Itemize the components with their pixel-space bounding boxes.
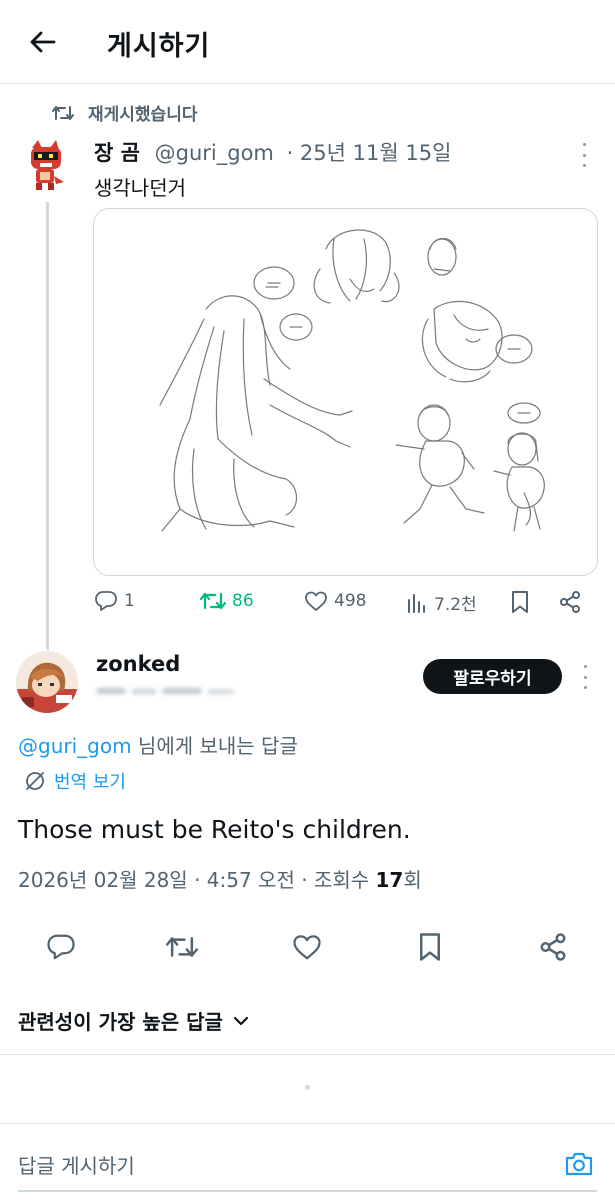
tweet-media-image[interactable] — [93, 208, 598, 576]
reply-composer: 답글 게시하기 — [0, 1123, 615, 1200]
like-count: 498 — [334, 591, 367, 611]
reply-button[interactable] — [43, 929, 79, 965]
blurred-handle — [96, 688, 234, 694]
divider — [0, 1054, 615, 1055]
reply-text: Those must be Reito's children. — [18, 815, 411, 844]
like-button[interactable]: 498 — [304, 590, 366, 612]
reply-button[interactable]: 1 — [94, 590, 135, 612]
thread-connector — [46, 202, 49, 650]
translate-label: 번역 보기 — [54, 772, 126, 793]
reply-input[interactable]: 답글 게시하기 — [18, 1150, 135, 1179]
share-icon — [540, 933, 566, 961]
reply-author-name[interactable]: zonked — [96, 652, 180, 676]
reply-timestamp[interactable]: 2026년 02월 28일 · 4:57 오전 · 조회수 — [18, 868, 375, 892]
repost-indicator: 재게시했습니다 — [52, 100, 197, 125]
bookmark-icon — [512, 591, 528, 613]
reply-view-count: 17 — [375, 868, 404, 892]
back-button[interactable] — [22, 24, 62, 60]
views-button[interactable]: 7.2천 — [406, 590, 477, 615]
arrow-left-icon — [30, 31, 56, 53]
input-underline — [18, 1190, 597, 1192]
share-button[interactable] — [535, 929, 571, 965]
reply-to-suffix: 님에게 보내는 답글 — [131, 734, 298, 758]
reply-view-suffix: 회 — [403, 868, 422, 892]
repost-label: 재게시했습니다 — [88, 105, 198, 125]
repost-icon — [200, 592, 226, 610]
bookmark-button[interactable] — [412, 929, 448, 965]
tweet-text: 생각나던거 — [94, 176, 186, 200]
page-title: 게시하기 — [107, 31, 211, 62]
share-icon — [560, 591, 580, 613]
bookmark-button[interactable] — [510, 590, 530, 614]
follow-button[interactable]: 팔로우하기 — [423, 659, 562, 694]
camera-icon — [565, 1152, 593, 1176]
avatar[interactable] — [22, 138, 70, 196]
reply-icon — [47, 934, 75, 960]
globe-slash-icon — [26, 772, 44, 790]
reply-meta: 2026년 02월 28일 · 4:57 오전 · 조회수 17회 — [18, 864, 422, 893]
like-button[interactable] — [289, 929, 325, 965]
heart-icon — [293, 935, 321, 960]
share-button[interactable] — [558, 590, 582, 614]
reply-to-line: @guri_gom 님에게 보내는 답글 — [18, 730, 298, 759]
repost-icon — [52, 105, 74, 120]
repost-count: 86 — [232, 591, 254, 611]
repost-button[interactable]: 86 — [200, 590, 254, 612]
reply-sort-dropdown[interactable]: 관련성이 가장 높은 답글 — [18, 1006, 249, 1035]
reply-action-bar — [0, 927, 615, 967]
tweet-date[interactable]: · 25년 11월 15일 — [287, 141, 452, 165]
chevron-down-icon — [233, 1016, 248, 1025]
reply-count: 1 — [124, 591, 135, 611]
reply-icon — [95, 591, 117, 611]
more-options-button[interactable] — [576, 143, 592, 167]
tweet-action-bar: 1 86 498 7.2천 — [94, 590, 594, 622]
mention-link[interactable]: @guri_gom — [18, 734, 132, 758]
repost-button[interactable] — [164, 929, 200, 965]
repost-icon — [166, 937, 198, 957]
view-count: 7.2천 — [434, 595, 477, 615]
bar-chart-icon — [408, 593, 425, 613]
author-handle[interactable]: @guri_gom — [155, 141, 274, 165]
avatar[interactable] — [16, 651, 78, 713]
heart-icon — [305, 591, 327, 611]
tweet-author-line: 장 곰 @guri_gom · 25년 11월 15일 — [94, 137, 451, 167]
reply-sort-label: 관련성이 가장 높은 답글 — [18, 1010, 223, 1034]
top-bar: 게시하기 — [0, 0, 615, 84]
translate-button[interactable]: 번역 보기 — [24, 768, 126, 794]
bookmark-icon — [420, 933, 440, 961]
author-name[interactable]: 장 곰 — [94, 141, 140, 165]
loading-dot — [305, 1085, 310, 1090]
more-options-button[interactable] — [578, 665, 592, 689]
camera-button[interactable] — [562, 1148, 596, 1180]
